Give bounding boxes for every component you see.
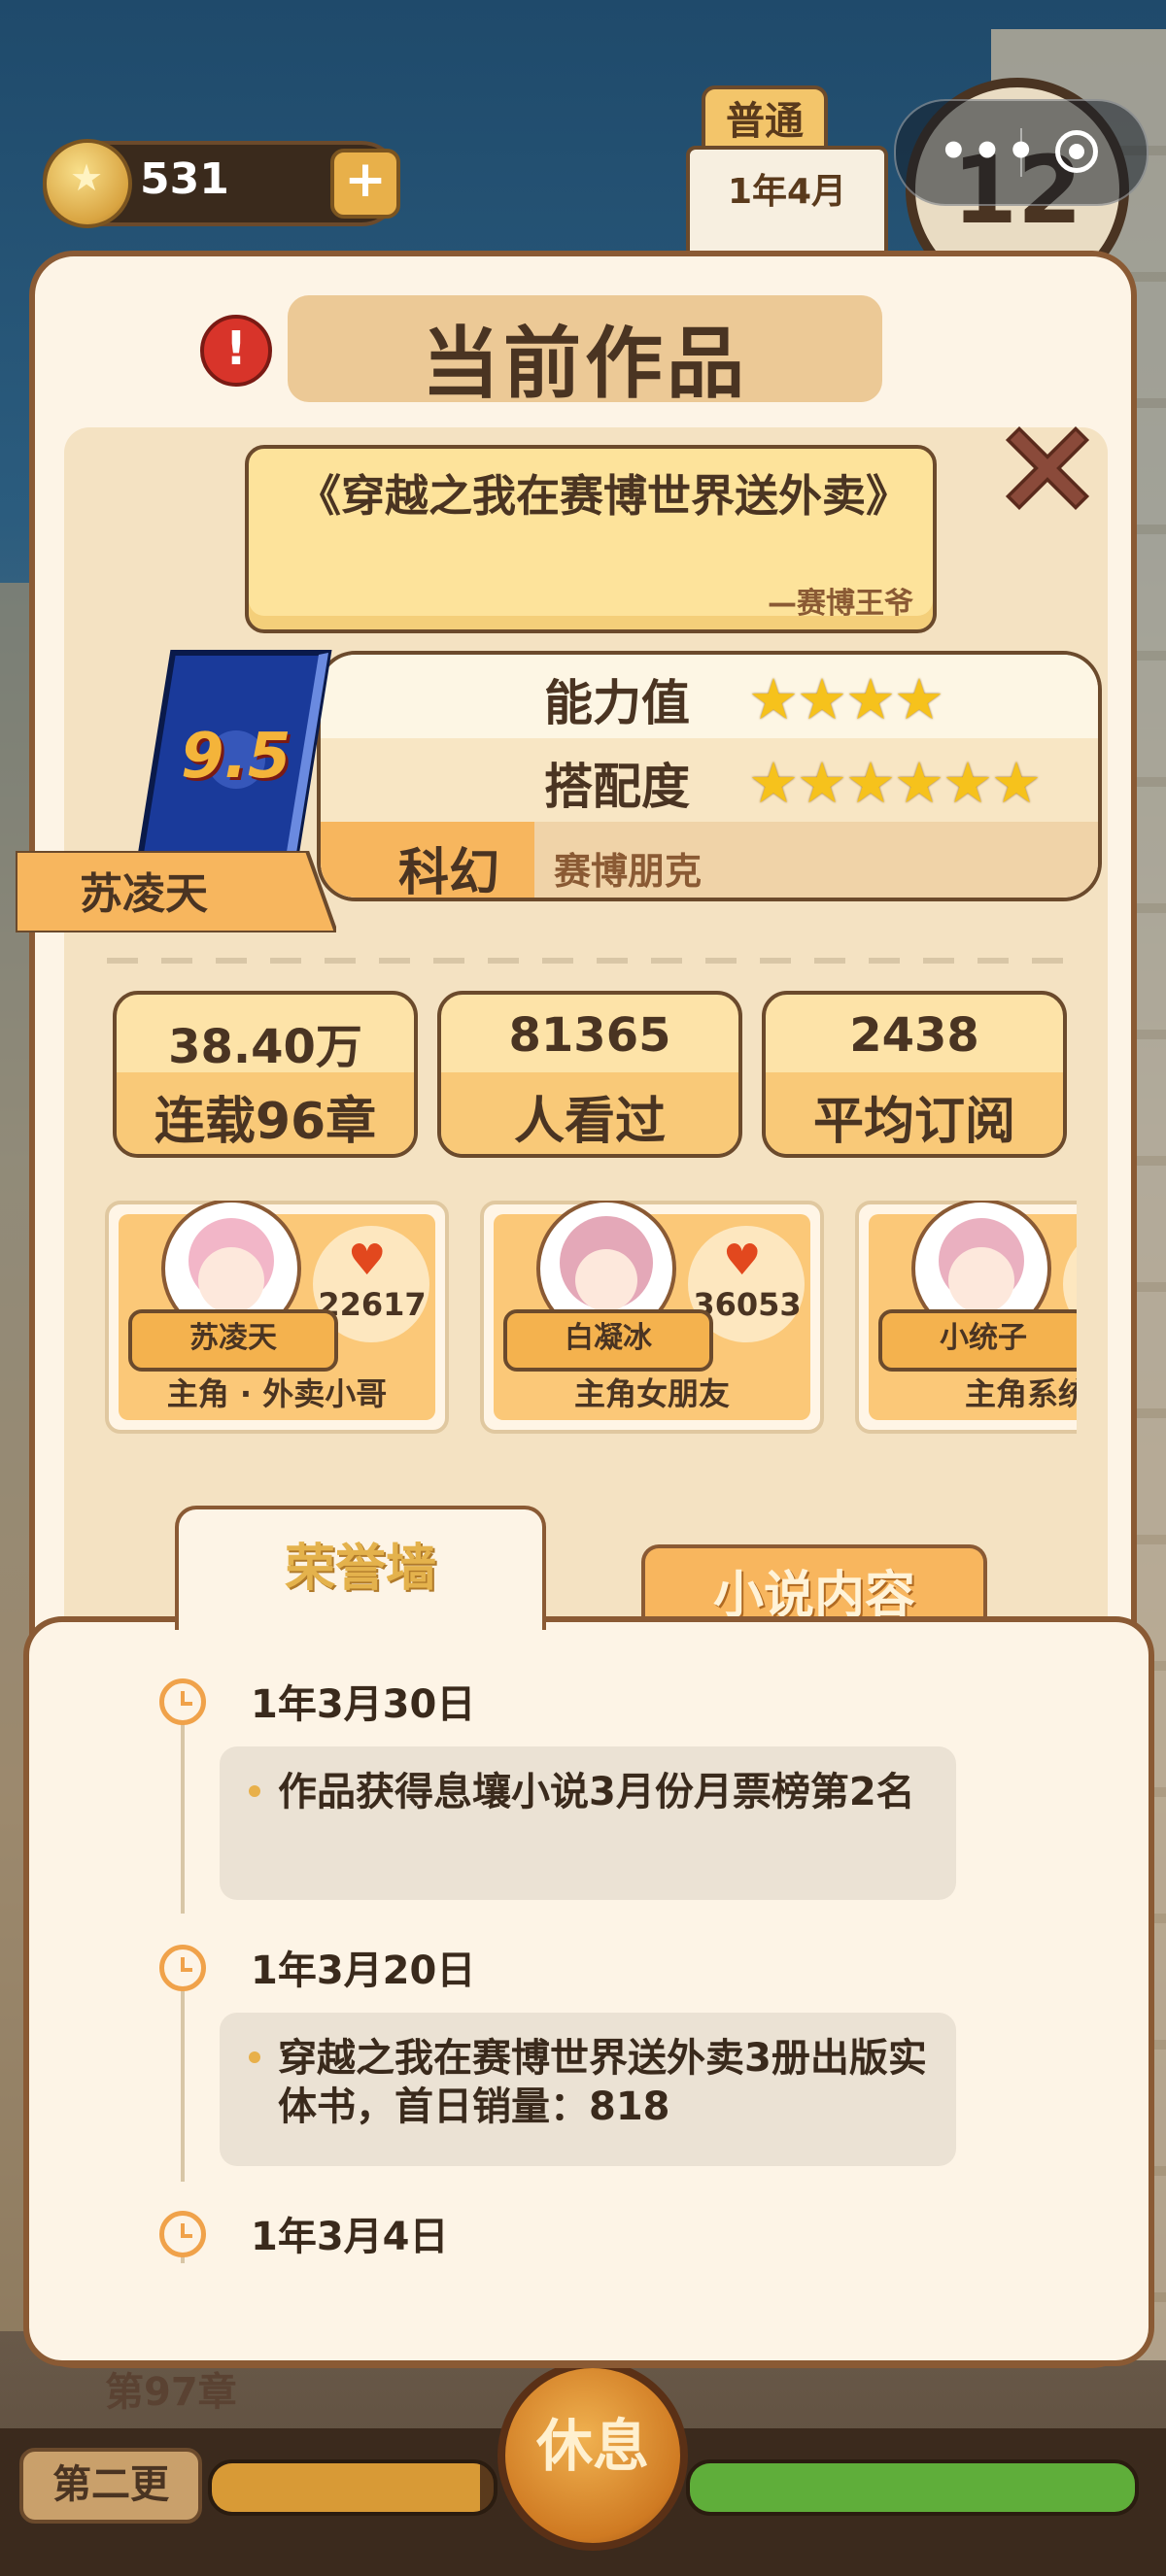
subgenre-label: 赛博朋克: [554, 850, 703, 893]
character-role: 主角系统: [964, 1375, 1077, 1412]
divider: [107, 958, 1079, 964]
alert-icon[interactable]: !: [200, 315, 272, 387]
close-miniprogram-button[interactable]: [1055, 130, 1098, 173]
modal-title-box: 当前作品: [288, 295, 882, 409]
event-date: 1年3月20日: [251, 1949, 476, 1993]
genre-row: 科幻 赛博朋克: [321, 822, 1098, 901]
close-icon[interactable]: [991, 412, 1104, 525]
match-stars: ★★★★★★: [748, 750, 1042, 816]
match-label: 搭配度: [544, 759, 690, 815]
stat-label: 连载96章: [154, 1093, 377, 1151]
character-list[interactable]: ♥ 22617 苏凌天 主角 · 外卖小哥 ♥ 36053 白凝冰 主角女朋友 …: [105, 1201, 1077, 1453]
modal-title: 当前作品: [422, 319, 748, 409]
bullet-icon: [249, 1785, 260, 1797]
miniprogram-capsule: •••: [894, 99, 1149, 206]
event-item: 穿越之我在赛博世界送外卖3册出版实体书，首日销量：818: [220, 2013, 956, 2166]
tab-novel-content[interactable]: 小说内容: [641, 1544, 987, 1626]
character-card[interactable]: ♥ 22617 苏凌天 主角 · 外卖小哥: [105, 1201, 449, 1434]
book-title-card: 《穿越之我在赛博世界送外卖》 —赛博王爷: [245, 445, 937, 633]
stat-label: 人看过: [513, 1093, 666, 1151]
tab-label: 荣誉墙: [284, 1540, 436, 1598]
stat-value: 2438: [849, 1008, 979, 1063]
writing-progress-bar: [208, 2459, 497, 2516]
coin-counter: 531 +: [43, 139, 400, 228]
heart-icon: ♥: [723, 1236, 762, 1285]
stat-value: 38.40万: [168, 1020, 362, 1074]
event-text: 穿越之我在赛博世界送外卖3册出版实体书，首日销量：818: [278, 2036, 927, 2129]
character-name: 苏凌天: [128, 1309, 338, 1372]
book-title: 《穿越之我在赛博世界送外卖》: [297, 470, 910, 522]
tab-honor-wall[interactable]: 荣誉墙: [175, 1506, 546, 1630]
ability-row: 能力值 ★★★★: [321, 655, 1098, 738]
character-role: 主角 · 外卖小哥: [166, 1375, 388, 1412]
chapter-label: 第97章: [105, 2370, 237, 2415]
clock-icon: [159, 2211, 206, 2257]
rest-button[interactable]: 休息: [497, 2360, 688, 2551]
book-author: —赛博王爷: [768, 587, 913, 621]
author-name: 苏凌天: [80, 869, 208, 919]
ability-label: 能力值: [544, 675, 690, 731]
event-date: 1年3月4日: [251, 2215, 449, 2259]
clock-icon: [159, 1945, 206, 1991]
book-rating: 9.5: [181, 721, 292, 793]
current-work-modal: ! 当前作品 《穿越之我在赛博世界送外卖》 —赛博王爷 能力值 ★★★★ 搭配度…: [16, 251, 1154, 2368]
character-role: 主角女朋友: [573, 1375, 730, 1412]
stat-subscriptions: 2438 平均订阅: [762, 991, 1067, 1158]
ability-stars: ★★★★: [748, 666, 944, 732]
clock-icon: [159, 1678, 206, 1725]
stat-readers: 81365 人看过: [437, 991, 742, 1158]
second-shift-button[interactable]: 第二更: [19, 2448, 202, 2524]
writing-progress-fill: [212, 2463, 480, 2512]
timeline-line: [181, 1700, 185, 1914]
match-row: 搭配度 ★★★★★★: [321, 738, 1098, 822]
event-text: 作品获得息壤小说3月份月票榜第2名: [278, 1770, 915, 1814]
coin-value: 531: [140, 154, 229, 204]
honor-wall-panel: 1年3月30日 作品获得息壤小说3月份月票榜第2名 1年3月20日 穿越之我在赛…: [23, 1616, 1154, 2366]
add-coins-button[interactable]: +: [330, 149, 400, 219]
more-menu-button[interactable]: •••: [939, 124, 1040, 179]
character-card[interactable]: 小统子 主角系统: [855, 1201, 1077, 1434]
stat-label: 平均订阅: [812, 1093, 1015, 1151]
genre-box: 科幻: [321, 822, 534, 901]
stat-word-count: 38.40万 连载96章: [113, 991, 418, 1158]
stat-value: 81365: [508, 1008, 671, 1063]
calendar-date: 1年4月: [727, 172, 847, 212]
capsule-divider: [1020, 128, 1022, 177]
character-name: 白凝冰: [503, 1309, 713, 1372]
bullet-icon: [249, 2051, 260, 2063]
heart-icon: ♥: [348, 1236, 387, 1285]
coin-icon: [43, 139, 132, 228]
book-attributes-card: 能力值 ★★★★ 搭配度 ★★★★★★ 科幻 赛博朋克: [317, 651, 1102, 901]
genre-label: 科幻: [398, 844, 500, 901]
energy-progress-bar: [686, 2459, 1139, 2516]
character-card[interactable]: ♥ 36053 白凝冰 主角女朋友: [480, 1201, 824, 1434]
character-name: 小统子: [878, 1309, 1077, 1372]
energy-progress-fill: [690, 2463, 1135, 2512]
event-item: 作品获得息壤小说3月份月票榜第2名: [220, 1746, 956, 1900]
timeline-line: [181, 1968, 185, 2182]
event-date: 1年3月30日: [251, 1682, 476, 1727]
